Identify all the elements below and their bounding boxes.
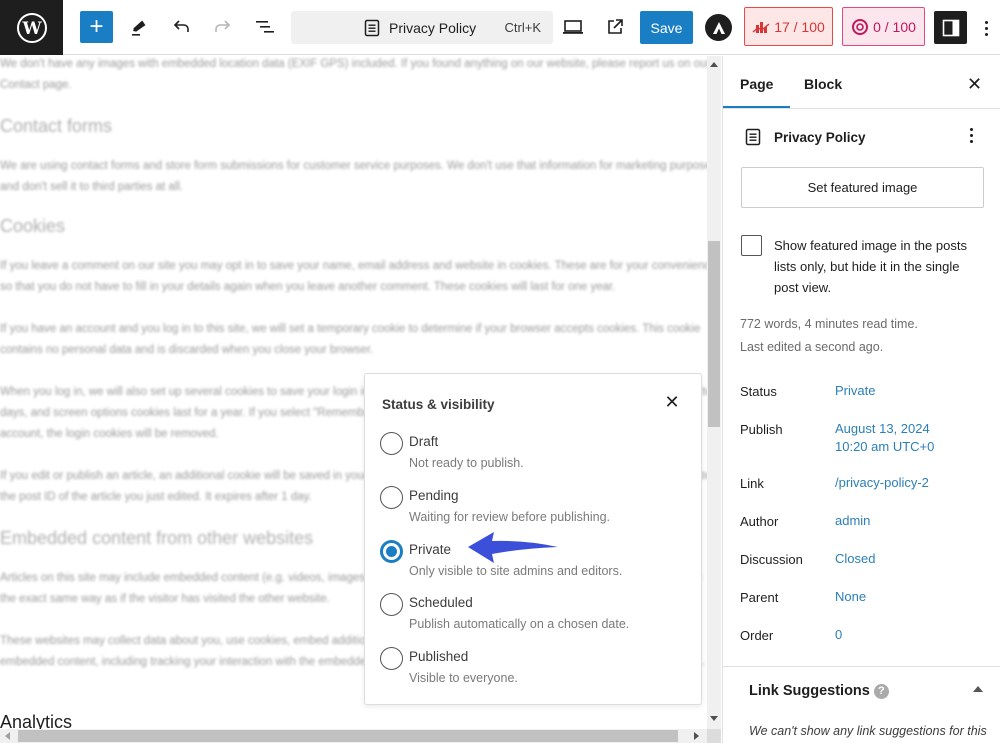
link-label: Link <box>740 476 764 491</box>
wordpress-icon: W <box>16 12 47 43</box>
list-view-icon <box>256 21 274 33</box>
annotation-arrow-icon <box>468 532 558 563</box>
heading-contact-forms: Contact forms <box>0 116 113 136</box>
section-divider <box>723 666 1000 667</box>
close-icon: ✕ <box>664 392 680 412</box>
desktop-icon <box>563 20 583 34</box>
document-actions-button[interactable] <box>968 128 974 143</box>
redo-button[interactable] <box>207 11 239 43</box>
parent-label: Parent <box>740 590 779 605</box>
sidebar-icon <box>942 19 959 36</box>
document-title: Privacy Policy <box>389 19 477 36</box>
plus-icon: + <box>89 13 104 40</box>
sidebar-document-title: Privacy Policy <box>774 130 866 145</box>
discussion-label: Discussion <box>740 552 803 567</box>
readability-score-badge[interactable]: 0 / 100 <box>842 7 925 46</box>
pencil-icon <box>132 20 146 36</box>
svg-text:W: W <box>21 19 42 39</box>
vertical-scroll-thumb[interactable] <box>708 241 720 427</box>
popover-title: Status & visibility <box>382 397 495 412</box>
order-label: Order <box>740 628 774 643</box>
order-link[interactable]: 0 <box>835 626 842 644</box>
seo-score-value: 17 / 100 <box>774 18 825 35</box>
status-value-link[interactable]: Private <box>835 382 875 400</box>
status-option-scheduled[interactable]: Scheduled Publish automatically on a cho… <box>380 593 690 643</box>
settings-sidebar: Page Block ✕ Privacy Policy Set featured… <box>722 56 1000 743</box>
undo-icon <box>173 20 189 32</box>
last-edited: Last edited a second ago. <box>740 340 884 354</box>
link-suggestions-message: We can't show any link suggestions for t… <box>749 724 987 738</box>
page-icon <box>745 128 761 146</box>
seo-score-badge[interactable]: 17 / 100 <box>744 7 833 46</box>
external-link-icon <box>608 19 623 34</box>
publish-date: August 13, 2024 <box>835 421 930 436</box>
scroll-down-icon[interactable] <box>710 716 718 721</box>
more-vertical-icon <box>984 20 988 24</box>
status-option-pending[interactable]: Pending Waiting for review before publis… <box>380 486 690 536</box>
scrollbar-corner <box>707 729 721 743</box>
close-popover-button[interactable]: ✕ <box>663 393 681 411</box>
tools-button[interactable] <box>123 11 155 43</box>
vertical-scrollbar[interactable] <box>707 56 721 729</box>
hide-featured-image-checkbox[interactable] <box>741 235 762 256</box>
heading-cookies: Cookies <box>0 216 66 236</box>
undo-button[interactable] <box>165 11 197 43</box>
link-suggestions-header[interactable]: Link Suggestions ? <box>749 683 889 699</box>
radio-draft[interactable] <box>380 432 403 455</box>
radio-pending[interactable] <box>380 486 403 509</box>
tab-divider <box>723 108 1000 109</box>
author-label: Author <box>740 514 779 529</box>
command-palette-bar[interactable]: Privacy Policy Ctrl+K <box>291 11 553 44</box>
publish-date-link[interactable]: August 13, 2024 10:20 am UTC+0 <box>835 420 934 456</box>
preview-button[interactable] <box>557 11 589 43</box>
editor-toolbar: W + Privacy Policy Ctrl+K Save 17 / 100 … <box>0 0 1000 55</box>
shortcut-hint: Ctrl+K <box>504 20 541 35</box>
set-featured-image-button[interactable]: Set featured image <box>741 167 984 208</box>
radio-private[interactable] <box>380 540 403 563</box>
radio-scheduled[interactable] <box>380 593 403 616</box>
collapse-caret-icon[interactable] <box>973 686 983 692</box>
close-icon: ✕ <box>967 74 983 94</box>
publish-label: Publish <box>740 422 783 437</box>
readability-icon <box>852 18 869 35</box>
scroll-right-icon[interactable] <box>694 732 699 740</box>
astra-settings-button[interactable] <box>705 14 732 41</box>
more-vertical-icon <box>969 128 973 131</box>
word-count: 772 words, 4 minutes read time. <box>740 317 918 331</box>
scroll-up-icon[interactable] <box>710 62 718 67</box>
readability-score-value: 0 / 100 <box>873 18 916 35</box>
close-sidebar-button[interactable]: ✕ <box>967 74 982 95</box>
status-option-published[interactable]: Published Visible to everyone. <box>380 647 690 697</box>
publish-time: 10:20 am UTC+0 <box>835 439 935 454</box>
radio-published[interactable] <box>380 647 403 670</box>
status-option-draft[interactable]: Draft Not ready to publish. <box>380 432 690 482</box>
horizontal-scroll-thumb[interactable] <box>18 730 678 742</box>
seo-chart-icon <box>752 21 770 33</box>
tab-page[interactable]: Page <box>740 76 773 92</box>
heading-analytics: Analytics <box>0 712 73 729</box>
astra-logo-icon <box>712 21 725 34</box>
document-overview-button[interactable] <box>249 11 281 43</box>
parent-link[interactable]: None <box>835 588 866 606</box>
add-block-button[interactable]: + <box>80 11 113 43</box>
view-page-button[interactable] <box>599 11 631 43</box>
settings-sidebar-toggle[interactable] <box>934 11 967 44</box>
save-button[interactable]: Save <box>640 11 693 44</box>
permalink-link[interactable]: /privacy-policy-2 <box>835 474 929 492</box>
wordpress-logo-button[interactable]: W <box>0 0 63 55</box>
discussion-link[interactable]: Closed <box>835 550 875 568</box>
options-menu-button[interactable] <box>980 14 992 42</box>
status-label: Status <box>740 384 777 399</box>
scroll-left-icon[interactable] <box>5 732 10 740</box>
horizontal-scrollbar[interactable] <box>0 729 707 743</box>
redo-icon <box>215 20 231 32</box>
help-icon[interactable]: ? <box>873 683 889 699</box>
page-icon <box>364 19 380 36</box>
hide-featured-image-label[interactable]: Show featured image in the posts lists o… <box>774 235 974 298</box>
author-link[interactable]: admin <box>835 512 870 530</box>
link-suggestions-title: Link Suggestions <box>749 683 870 699</box>
tab-block[interactable]: Block <box>804 76 842 92</box>
